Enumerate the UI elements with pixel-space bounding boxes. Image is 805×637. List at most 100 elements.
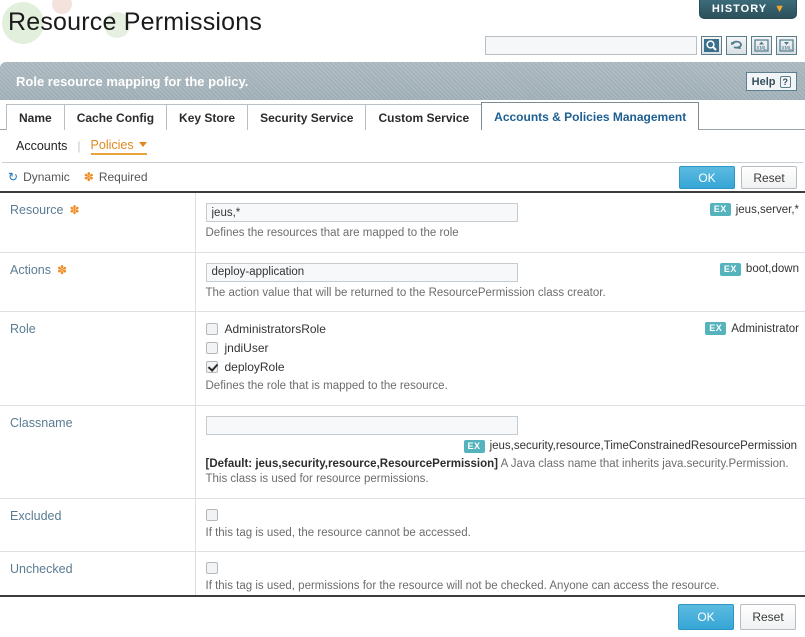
permissions-form: Resource ✽ Defines the resources that ar… bbox=[0, 193, 805, 606]
role-checkbox-jndiuser[interactable]: jndiUser bbox=[205, 341, 798, 356]
role-example-text: Administrator bbox=[731, 322, 799, 335]
label-cell-classname: Classname bbox=[0, 405, 196, 499]
resource-example-text: jeus,server,* bbox=[735, 203, 799, 216]
description-bar: Role resource mapping for the policy. He… bbox=[0, 62, 805, 100]
role-hint: Defines the role that is mapped to the r… bbox=[205, 380, 448, 393]
xml-import-icon[interactable]: XML bbox=[751, 36, 772, 55]
classname-input[interactable] bbox=[205, 415, 518, 435]
tab-key-store[interactable]: Key Store bbox=[166, 104, 249, 130]
role-checkbox-deployrole[interactable]: deployRole bbox=[205, 360, 798, 375]
reset-button-top[interactable]: Reset bbox=[741, 166, 797, 189]
ok-button-bottom[interactable]: OK bbox=[678, 604, 734, 630]
history-button-label: HISTORY bbox=[711, 3, 768, 15]
field-label-actions: Actions ✽ bbox=[10, 263, 67, 277]
tab-cache-config[interactable]: Cache Config bbox=[63, 104, 168, 130]
label-cell-resource: Resource ✽ bbox=[0, 193, 196, 253]
field-label-role: Role bbox=[10, 322, 36, 336]
search-input[interactable] bbox=[485, 36, 697, 55]
field-label-resource-text: Resource bbox=[10, 203, 64, 217]
tab-security-service[interactable]: Security Service bbox=[247, 104, 367, 130]
value-cell-role: AdministratorsRole jndiUser deployRole D… bbox=[195, 312, 805, 406]
description-text: Role resource mapping for the policy. bbox=[16, 73, 249, 89]
classname-example-text: jeus,security,resource,TimeConstrainedRe… bbox=[489, 440, 797, 453]
example-badge-icon: EX bbox=[463, 439, 485, 453]
legend-dynamic: ↻ Dynamic bbox=[8, 170, 70, 184]
tab-name[interactable]: Name bbox=[6, 104, 65, 130]
field-label-excluded-text: Excluded bbox=[10, 508, 62, 523]
required-asterisk-icon: ✽ bbox=[83, 170, 94, 184]
search-icon[interactable] bbox=[701, 36, 722, 55]
legend-row: ↻ Dynamic ✽ Required OK Reset bbox=[0, 163, 805, 193]
history-button[interactable]: HISTORY ▼ bbox=[698, 0, 797, 19]
actions-input[interactable] bbox=[205, 262, 518, 282]
legend-required: ✽ Required bbox=[84, 170, 148, 184]
resource-hint: Defines the resources that are mapped to… bbox=[205, 227, 459, 239]
role-checkbox-label: deployRole bbox=[224, 360, 285, 375]
value-cell-actions: The action value that will be returned t… bbox=[195, 252, 805, 312]
svg-text:XML: XML bbox=[781, 46, 792, 52]
chevron-down-icon: ▼ bbox=[774, 2, 786, 15]
field-label-role-text: Role bbox=[10, 322, 36, 337]
field-label-resource: Resource ✽ bbox=[10, 203, 80, 217]
field-label-actions-text: Actions bbox=[10, 262, 51, 277]
page-title: Resource Permissions bbox=[8, 8, 263, 36]
tab-accounts-policies-management[interactable]: Accounts & Policies Management bbox=[481, 102, 700, 130]
refresh-icon[interactable] bbox=[726, 36, 747, 55]
actions-example: EX boot,down bbox=[719, 262, 799, 276]
checkbox-icon[interactable] bbox=[205, 508, 218, 521]
help-button[interactable]: Help ? bbox=[745, 72, 797, 91]
example-badge-icon: EX bbox=[719, 262, 741, 276]
subnav-item-policies-label: Policies bbox=[90, 137, 134, 152]
form-row-role: Role AdministratorsRole jndiUser deployR… bbox=[0, 311, 805, 406]
role-example: EX Administrator bbox=[705, 322, 799, 336]
chevron-down-icon bbox=[138, 142, 147, 147]
subnav-item-accounts[interactable]: Accounts bbox=[16, 139, 67, 153]
subnav-item-policies[interactable]: Policies bbox=[90, 137, 147, 155]
unchecked-checkbox-row[interactable] bbox=[205, 562, 798, 575]
form-row-actions: Actions ✽ The action value that will be … bbox=[0, 252, 805, 312]
tab-custom-service[interactable]: Custom Service bbox=[365, 104, 483, 130]
svg-text:XML: XML bbox=[756, 46, 767, 52]
reset-button-bottom[interactable]: Reset bbox=[740, 604, 796, 630]
value-cell-resource: Defines the resources that are mapped to… bbox=[195, 193, 805, 252]
ok-button-top[interactable]: OK bbox=[679, 166, 735, 189]
field-label-classname-text: Classname bbox=[10, 415, 73, 430]
footer-button-bar: OK Reset bbox=[0, 595, 805, 637]
form-row-resource: Resource ✽ Defines the resources that ar… bbox=[0, 193, 805, 253]
value-cell-excluded: If this tag is used, the resource cannot… bbox=[195, 498, 805, 552]
resource-input[interactable] bbox=[205, 203, 518, 222]
legend-required-label: Required bbox=[98, 170, 148, 184]
example-badge-icon: EX bbox=[709, 203, 731, 216]
actions-hint: The action value that will be returned t… bbox=[205, 286, 606, 299]
classname-default-tag: [Default: jeus,security,resource,Resourc… bbox=[205, 457, 499, 470]
checkbox-icon[interactable] bbox=[205, 323, 218, 336]
role-checkbox-label: jndiUser bbox=[224, 341, 269, 356]
legend-dynamic-label: Dynamic bbox=[23, 170, 70, 184]
checkbox-icon[interactable] bbox=[205, 342, 218, 355]
checkbox-checked-icon[interactable] bbox=[205, 361, 218, 374]
dynamic-refresh-icon: ↻ bbox=[8, 170, 19, 184]
form-row-excluded: Excluded If this tag is used, the resour… bbox=[0, 498, 805, 552]
label-cell-actions: Actions ✽ bbox=[0, 252, 196, 312]
field-label-classname: Classname bbox=[10, 416, 73, 430]
required-asterisk-icon: ✽ bbox=[57, 262, 68, 277]
page-header: Resource Permissions HISTORY ▼ XML XML bbox=[0, 0, 805, 62]
value-cell-classname: EX jeus,security,resource,TimeConstraine… bbox=[195, 405, 805, 498]
label-cell-excluded: Excluded bbox=[0, 498, 196, 552]
excluded-hint: If this tag is used, the resource cannot… bbox=[205, 526, 471, 539]
role-checkbox-label: AdministratorsRole bbox=[224, 322, 326, 337]
classname-hint-wrapper: [Default: jeus,security,resource,Resourc… bbox=[206, 457, 798, 488]
help-button-label: Help bbox=[751, 75, 776, 88]
field-label-unchecked-text: Unchecked bbox=[10, 562, 73, 577]
xml-export-icon[interactable]: XML bbox=[776, 36, 797, 55]
checkbox-icon[interactable] bbox=[205, 562, 218, 575]
classname-example: EX jeus,security,resource,TimeConstraine… bbox=[206, 439, 797, 453]
field-label-excluded: Excluded bbox=[10, 509, 61, 523]
required-asterisk-icon: ✽ bbox=[69, 203, 80, 217]
top-button-group: OK Reset bbox=[679, 166, 797, 189]
label-cell-role: Role bbox=[0, 311, 196, 406]
example-badge-icon: EX bbox=[705, 322, 727, 336]
excluded-checkbox-row[interactable] bbox=[205, 508, 798, 521]
unchecked-hint: If this tag is used, permissions for the… bbox=[205, 580, 720, 593]
tab-strip: Name Cache Config Key Store Security Ser… bbox=[0, 100, 805, 130]
